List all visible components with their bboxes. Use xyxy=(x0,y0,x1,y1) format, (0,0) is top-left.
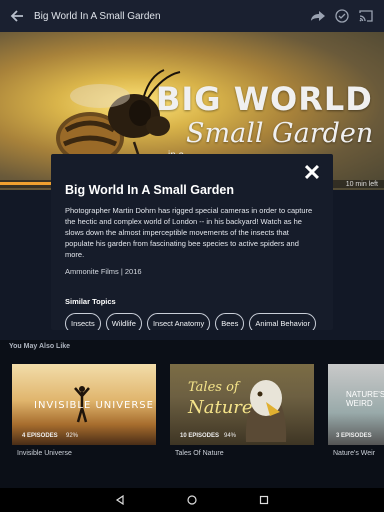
topic-chip-wildlife[interactable]: Wildlife xyxy=(105,313,142,330)
rec-title: Nature's Weir xyxy=(333,450,376,457)
rec-thumb-title: INVISIBLE UNIVERSE xyxy=(34,400,154,411)
dialog-meta: Ammonite Films | 2016 xyxy=(65,267,142,276)
topic-chip-bees[interactable]: Bees xyxy=(215,313,245,330)
rec-thumbnail: NATURE'S WEIRD 3 EPISODES xyxy=(328,364,384,445)
share-icon[interactable] xyxy=(306,0,330,32)
cast-icon[interactable] xyxy=(354,0,378,32)
rec-card[interactable]: Tales of Nature 10 EPISODES 94% Tales Of… xyxy=(170,364,314,457)
show-logo-line2: Small Garden xyxy=(186,118,374,149)
similar-topics-label: Similar Topics xyxy=(65,297,116,306)
close-icon[interactable]: ✕ xyxy=(301,162,323,184)
nav-back-icon[interactable] xyxy=(108,488,132,512)
time-left: 10 min left xyxy=(345,181,378,188)
topic-chip-insects[interactable]: Insects xyxy=(65,313,101,330)
rec-thumbnail: INVISIBLE UNIVERSE 4 EPISODES 92% xyxy=(12,364,156,445)
rec-card[interactable]: INVISIBLE UNIVERSE 4 EPISODES 92% Invisi… xyxy=(12,364,156,457)
topic-chip-insect-anatomy[interactable]: Insect Anatomy xyxy=(146,313,211,330)
rec-thumb-title: NATURE'S WEIRD xyxy=(346,390,384,408)
topic-chip-animal-behavior[interactable]: Animal Behavior xyxy=(249,313,316,330)
rec-title: Invisible Universe xyxy=(17,450,72,457)
check-circle-icon[interactable] xyxy=(330,0,354,32)
rec-title: Tales Of Nature xyxy=(175,450,224,457)
rec-episodes: 10 EPISODES xyxy=(180,433,220,439)
page-title: Big World In A Small Garden xyxy=(34,10,161,22)
nav-home-icon[interactable] xyxy=(180,488,204,512)
info-dialog: ✕ Big World In A Small Garden Photograph… xyxy=(51,154,333,330)
dialog-title: Big World In A Small Garden xyxy=(65,183,235,197)
section-title: You May Also Like xyxy=(9,343,71,350)
show-logo-line1: BIG WORLD xyxy=(156,80,373,118)
rec-thumb-title-line1: Tales of xyxy=(188,380,239,395)
rec-thumbnail: Tales of Nature 10 EPISODES 94% xyxy=(170,364,314,445)
rec-episodes: 3 EPISODES xyxy=(336,433,372,439)
topic-chip-list: Insects Wildlife Insect Anatomy Bees Ani… xyxy=(65,313,319,330)
system-nav-bar xyxy=(0,488,384,512)
rec-rating: 92% xyxy=(66,433,79,439)
back-arrow-icon[interactable] xyxy=(0,0,34,32)
dialog-description: Photographer Martin Dohrn has rigged spe… xyxy=(65,206,313,259)
nav-recents-icon[interactable] xyxy=(252,488,276,512)
rec-thumb-title-line2: Nature xyxy=(188,397,253,418)
rec-rating: 94% xyxy=(224,433,237,439)
app-bar: Big World In A Small Garden xyxy=(0,0,384,32)
rec-episodes: 4 EPISODES xyxy=(22,433,58,439)
rec-card[interactable]: NATURE'S WEIRD 3 EPISODES Nature's Weir xyxy=(328,364,384,457)
